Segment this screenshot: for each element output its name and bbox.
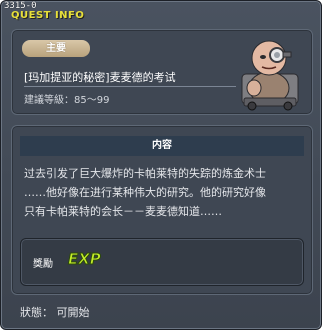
quest-name-divider (24, 86, 236, 87)
reward-box: 獎勵 EXP (20, 238, 304, 286)
window-title: QUEST INFO (11, 10, 85, 21)
reward-label: 獎勵 (33, 259, 53, 270)
quest-name: [玛加提亚的秘密]麦麦德的考试 (24, 71, 176, 84)
old-scientist-npc-portrait-icon (241, 40, 299, 111)
quest-description: 过去引发了巨大爆炸的卡帕莱特的失踪的炼金术士 ……他好像在进行某种伟大的研究。他… (24, 167, 266, 218)
content-header: 内容 (20, 136, 304, 156)
quest-status: 狀態： 可開始 (20, 306, 90, 319)
recommended-level: 建議等級：85～99 (24, 95, 110, 106)
quest-type-badge: 主要 (22, 40, 90, 57)
quest-header-panel: 主要 [玛加提亚的秘密]麦麦德的考试 建議等級：85～99 (11, 29, 313, 115)
quest-info-window: 3315-0 QUEST INFO 主要 [玛加提亚的秘密]麦麦德的考试 建議等… (0, 0, 322, 330)
exp-reward-icon: EXP (68, 250, 102, 269)
quest-content-panel: 内容 过去引发了巨大爆炸的卡帕莱特的失踪的炼金术士 ……他好像在进行某种伟大的研… (11, 125, 313, 295)
